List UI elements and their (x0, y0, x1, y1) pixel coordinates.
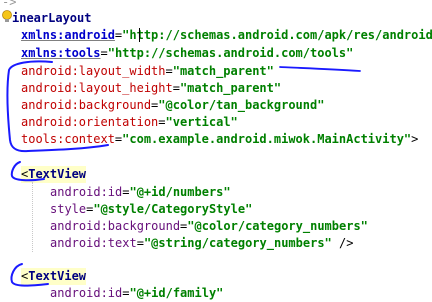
code-line-8: tools:context="com.example.android.miwok… (21, 132, 419, 146)
code-line-14: <TextView (21, 268, 87, 285)
code-line-4: android:layout_width="match_parent" (21, 64, 274, 78)
code-line-12: android:background="@color/category_numb… (50, 219, 368, 233)
code-line-11: style="@style/CategoryStyle" (50, 202, 253, 216)
code-line-1: inearLayout (12, 11, 92, 25)
indent-guide (32, 182, 33, 252)
code-line-2: xmlns:android="http://schemas.android.co… (21, 28, 432, 42)
text-caret (139, 28, 140, 42)
code-line-5: android:layout_height="match_parent" (21, 81, 282, 95)
code-line-13: android:text="@string/category_numbers" … (50, 236, 354, 250)
code-line-10: android:id="@+id/numbers" (50, 185, 231, 199)
code-line-6: android:background="@color/tan_backgroun… (21, 98, 325, 112)
code-line-7: android:orientation="vertical" (21, 115, 238, 129)
annotation-underline (279, 66, 361, 72)
code-line-3: xmlns:tools="http://schemas.android.com/… (21, 46, 354, 60)
code-line-9: <TextView (21, 166, 87, 183)
code-editor[interactable]: -> inearLayout xmlns:android="http://sch… (0, 0, 432, 300)
